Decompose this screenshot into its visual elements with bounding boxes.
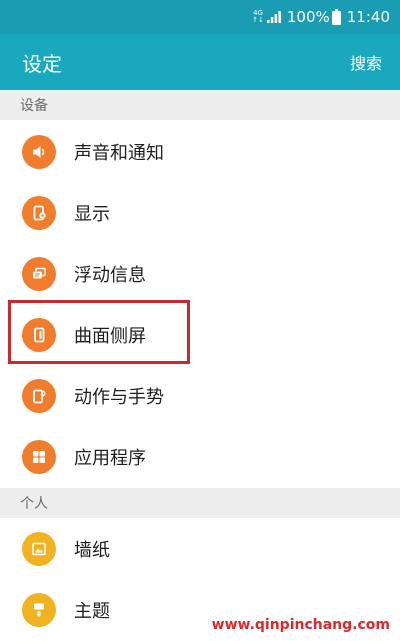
speaker-icon [22,135,56,169]
wallpaper-icon [22,532,56,566]
app-bar: 设定 搜索 [0,34,400,90]
section-header-personal: 个人 [0,488,400,518]
settings-item-label: 主题 [74,601,110,622]
settings-item-floating-messages[interactable]: 浮动信息 [0,244,400,304]
settings-item-label: 浮动信息 [74,265,146,286]
settings-item-label: 声音和通知 [74,143,164,164]
settings-item-label: 显示 [74,204,110,225]
battery-icon [331,9,341,25]
settings-item-label: 墙纸 [74,540,110,561]
section-header-device: 设备 [0,90,400,120]
settings-item-wallpaper[interactable]: 墙纸 [0,519,400,579]
search-button[interactable]: 搜索 [350,50,382,74]
floating-messages-icon [22,257,56,291]
signal-icon [266,11,281,23]
watermark: www.qinpinchang.com [211,617,390,633]
motions-gestures-icon [22,379,56,413]
settings-item-display[interactable]: 显示 [0,183,400,243]
display-icon [22,196,56,230]
network-activity: ↑↓ [252,16,264,24]
settings-item-sound-notifications[interactable]: 声音和通知 [0,122,400,182]
settings-item-label: 应用程序 [74,448,146,469]
settings-item-applications[interactable]: 应用程序 [0,427,400,487]
network-indicator: 4G ↑↓ [252,10,264,24]
highlight-box [8,300,190,364]
settings-item-motions-gestures[interactable]: 动作与手势 [0,366,400,426]
clock: 11:40 [346,8,390,26]
page-title: 设定 [22,51,62,76]
apps-grid-icon [22,440,56,474]
status-bar: 4G ↑↓ 100% 11:40 [0,0,400,34]
themes-brush-icon [22,593,56,627]
settings-item-label: 动作与手势 [74,387,164,408]
battery-percent: 100% [286,8,330,26]
